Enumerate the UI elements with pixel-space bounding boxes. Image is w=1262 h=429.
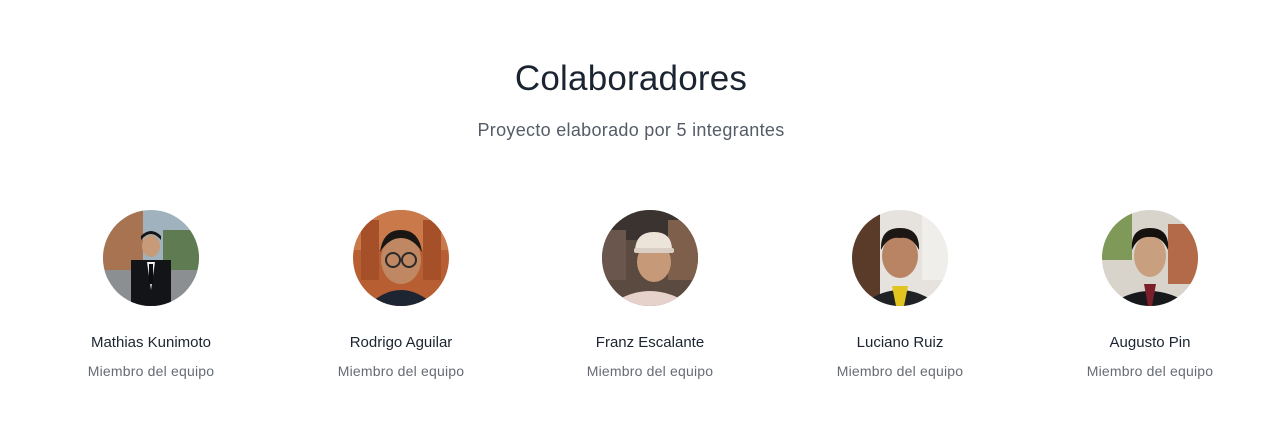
member-role: Miembro del equipo [1086,363,1214,379]
member-role: Miembro del equipo [87,363,215,379]
member-name: Rodrigo Aguilar [349,334,453,351]
member-name: Franz Escalante [595,334,705,351]
section-title: Colaboradores [514,59,748,99]
member-name: Augusto Pin [1109,334,1191,351]
member-role: Miembro del equipo [586,363,714,379]
member-role: Miembro del equipo [836,363,964,379]
section-subtitle: Proyecto elaborado por 5 integrantes [477,120,785,140]
member-card-augusto: Augusto Pin Miembro del equipo [1050,210,1250,390]
member-card-franz: Franz Escalante Miembro del equipo [550,210,750,390]
avatar-luciano [852,210,948,306]
avatar-mathias [103,210,199,306]
member-name: Luciano Ruiz [856,334,944,351]
member-name: Mathias Kunimoto [90,334,212,351]
team-members-row: Mathias Kunimoto Miembro del equipo Rodr… [0,210,1262,390]
member-card-luciano: Luciano Ruiz Miembro del equipo [800,210,1000,390]
member-card-rodrigo: Rodrigo Aguilar Miembro del equipo [301,210,501,390]
member-role: Miembro del equipo [337,363,465,379]
avatar-franz [602,210,698,306]
avatar-rodrigo [353,210,449,306]
member-card-mathias: Mathias Kunimoto Miembro del equipo [51,210,251,390]
avatar-augusto [1102,210,1198,306]
